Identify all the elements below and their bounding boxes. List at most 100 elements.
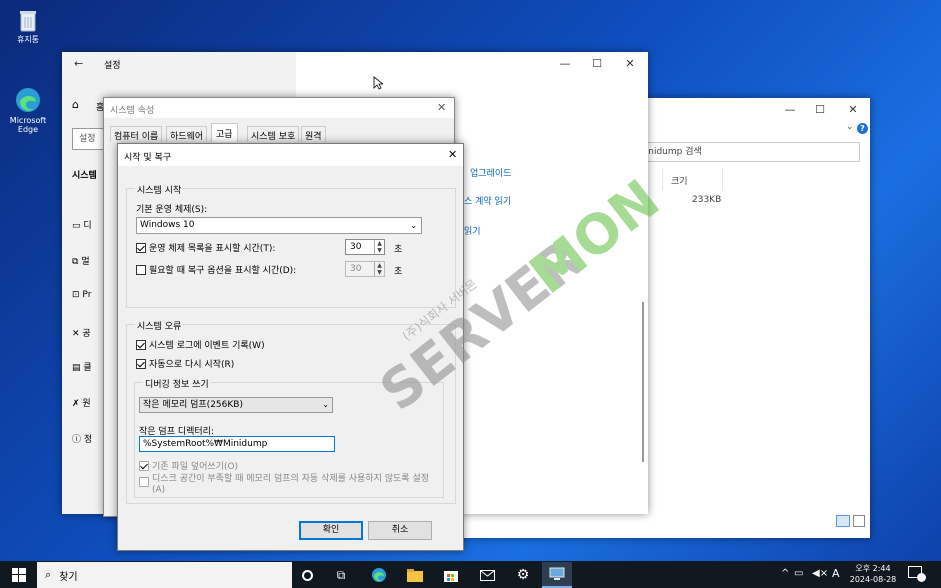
- group-label: 시스템 시작: [135, 183, 184, 196]
- ime-indicator[interactable]: A: [832, 567, 840, 580]
- tiles-view-icon[interactable]: [853, 515, 865, 527]
- system-properties-taskbar-icon[interactable]: [542, 562, 572, 588]
- nav-projecting[interactable]: ⊡ Pr: [72, 290, 91, 300]
- close-icon[interactable]: ✕: [437, 101, 446, 114]
- seconds-unit: 초: [394, 267, 403, 277]
- selected-value: Windows 10: [140, 220, 195, 230]
- nav-about[interactable]: ⓘ 정: [72, 432, 92, 445]
- nav-label: 멀: [81, 257, 90, 267]
- task-view-icon[interactable]: ⧉: [326, 562, 356, 588]
- store-icon[interactable]: [436, 562, 466, 588]
- edge-desktop-icon[interactable]: Microsoft Edge: [4, 86, 52, 134]
- maximize-button[interactable]: ☐: [805, 98, 835, 122]
- link-read[interactable]: 읽기: [464, 224, 481, 237]
- mail-icon[interactable]: [472, 562, 502, 588]
- settings-gear-icon[interactable]: ⚙: [508, 562, 538, 588]
- close-icon[interactable]: ✕: [448, 148, 457, 161]
- auto-restart-row[interactable]: 자동으로 다시 시작(R): [136, 357, 234, 370]
- nav-label: 디: [83, 221, 92, 231]
- overwrite-label: 기존 파일 덮어쓰기(O): [152, 462, 239, 472]
- maximize-button[interactable]: ☐: [582, 52, 612, 76]
- multitask-icon: ⧉: [72, 257, 79, 267]
- cortana-icon[interactable]: [292, 562, 322, 588]
- clock-date: 2024-08-28: [849, 575, 897, 584]
- notification-icon[interactable]: [908, 566, 926, 582]
- nav-multitask[interactable]: ⧉ 멀: [72, 254, 90, 267]
- show-recovery-row[interactable]: 필요할 때 복구 옵션을 표시할 시간(D):: [136, 263, 296, 276]
- clock[interactable]: 오후 2:44 2024-08-28: [848, 563, 898, 585]
- show-os-list-label: 운영 체제 목록을 표시할 시간(T):: [149, 244, 276, 254]
- chevron-down-icon: ⌄: [410, 221, 417, 230]
- windows-logo-icon: [12, 568, 26, 582]
- back-arrow-icon[interactable]: ←: [74, 57, 83, 70]
- edge-label: Microsoft Edge: [9, 116, 47, 134]
- auto-restart-label: 자동으로 다시 시작(R): [149, 360, 235, 370]
- spinner-arrows-icon[interactable]: ▲ ▼: [374, 240, 384, 254]
- explorer-search-box[interactable]: minidump 검색: [630, 142, 860, 162]
- seconds-unit: 초: [394, 245, 403, 255]
- overwrite-checkbox[interactable]: [139, 460, 149, 471]
- dump-dir-input[interactable]: %SystemRoot%₩Minidump: [139, 436, 335, 452]
- tab-hardware[interactable]: 하드웨어: [166, 126, 208, 142]
- startup-recovery-dialog: 시작 및 복구 ✕ 시스템 시작 기본 운영 체제(S): Windows 10…: [117, 143, 464, 551]
- search-label: 찾기: [59, 571, 78, 583]
- tab-remote[interactable]: 원격: [301, 126, 326, 142]
- taskbar-search-box[interactable]: ⌕ 찾기: [37, 562, 292, 588]
- volume-icon[interactable]: ◀×: [812, 568, 828, 579]
- default-os-select[interactable]: Windows 10 ⌄: [136, 217, 422, 234]
- tab-system-protection[interactable]: 시스템 보호: [247, 126, 300, 142]
- nav-label: 정: [83, 435, 93, 445]
- title-bar: [104, 98, 454, 118]
- write-event-label: 시스템 로그에 이벤트 기록(W): [149, 341, 265, 351]
- file-explorer-icon[interactable]: [400, 562, 430, 588]
- show-os-list-checkbox[interactable]: [136, 242, 146, 253]
- edge-icon: [14, 86, 42, 114]
- chevron-up-icon[interactable]: ^: [781, 568, 789, 579]
- mouse-cursor-icon: [373, 76, 385, 93]
- help-icon[interactable]: ?: [857, 123, 868, 134]
- link-upgrade[interactable]: 업그레이드: [470, 166, 511, 179]
- nav-remote[interactable]: ✗ 원: [72, 396, 91, 409]
- ok-button[interactable]: 확인: [299, 521, 363, 540]
- start-button[interactable]: [4, 562, 34, 588]
- auto-restart-checkbox[interactable]: [136, 358, 146, 369]
- spinner-value: 30: [350, 264, 362, 274]
- show-recovery-label: 필요할 때 복구 옵션을 표시할 시간(D):: [149, 266, 297, 276]
- write-event-row[interactable]: 시스템 로그에 이벤트 기록(W): [136, 338, 265, 351]
- tab-advanced[interactable]: 고급: [211, 123, 238, 142]
- disable-auto-delete-row[interactable]: 디스크 공간이 부족할 때 메모리 덤프의 자동 삭제를 사용하지 않도록 설정…: [139, 474, 439, 496]
- home-icon[interactable]: ⌂: [72, 98, 79, 111]
- remote-icon: ✗: [72, 399, 80, 409]
- settings-scrollbar[interactable]: [642, 302, 644, 462]
- nav-display[interactable]: ▭ 디: [72, 218, 92, 231]
- spinner-arrows-icon[interactable]: ▲ ▼: [374, 262, 384, 276]
- selected-value: 작은 메모리 덤프(256KB): [143, 400, 243, 410]
- recycle-bin-icon: [18, 8, 38, 32]
- minimize-button[interactable]: —: [550, 52, 580, 76]
- disable-auto-delete-checkbox[interactable]: [139, 477, 149, 487]
- chevron-down-icon[interactable]: ⌄: [846, 122, 854, 132]
- recycle-bin-desktop-icon[interactable]: 휴지통: [4, 8, 52, 45]
- show-recovery-checkbox[interactable]: [136, 264, 146, 275]
- size-column-header[interactable]: 크기: [671, 174, 688, 187]
- dump-type-select[interactable]: 작은 메모리 덤프(256KB) ⌄: [139, 397, 333, 413]
- cancel-button[interactable]: 취소: [368, 521, 432, 540]
- edge-taskbar-icon[interactable]: [364, 562, 394, 588]
- show-os-list-spinner[interactable]: 30 ▲ ▼: [345, 239, 385, 255]
- clock-time: 오후 2:44: [855, 564, 891, 573]
- nav-clipboard[interactable]: ▤ 클: [72, 360, 92, 373]
- show-recovery-spinner[interactable]: 30 ▲ ▼: [345, 261, 385, 277]
- minimize-button[interactable]: —: [775, 98, 805, 122]
- write-event-checkbox[interactable]: [136, 339, 146, 350]
- tab-computer-name[interactable]: 컴퓨터 이름: [110, 126, 163, 142]
- link-license[interactable]: 스 계약 읽기: [464, 194, 511, 207]
- file-size-cell: 233KB: [692, 195, 722, 205]
- nav-shared[interactable]: ✕ 공: [72, 326, 91, 339]
- close-button[interactable]: ✕: [615, 52, 645, 76]
- network-icon[interactable]: ▭: [794, 568, 803, 579]
- dialog-title: 시스템 속성: [110, 106, 155, 116]
- show-os-list-row[interactable]: 운영 체제 목록을 표시할 시간(T):: [136, 241, 275, 254]
- details-view-icon[interactable]: [836, 515, 850, 527]
- close-button[interactable]: ✕: [838, 98, 868, 122]
- overwrite-row[interactable]: 기존 파일 덮어쓰기(O): [139, 459, 238, 472]
